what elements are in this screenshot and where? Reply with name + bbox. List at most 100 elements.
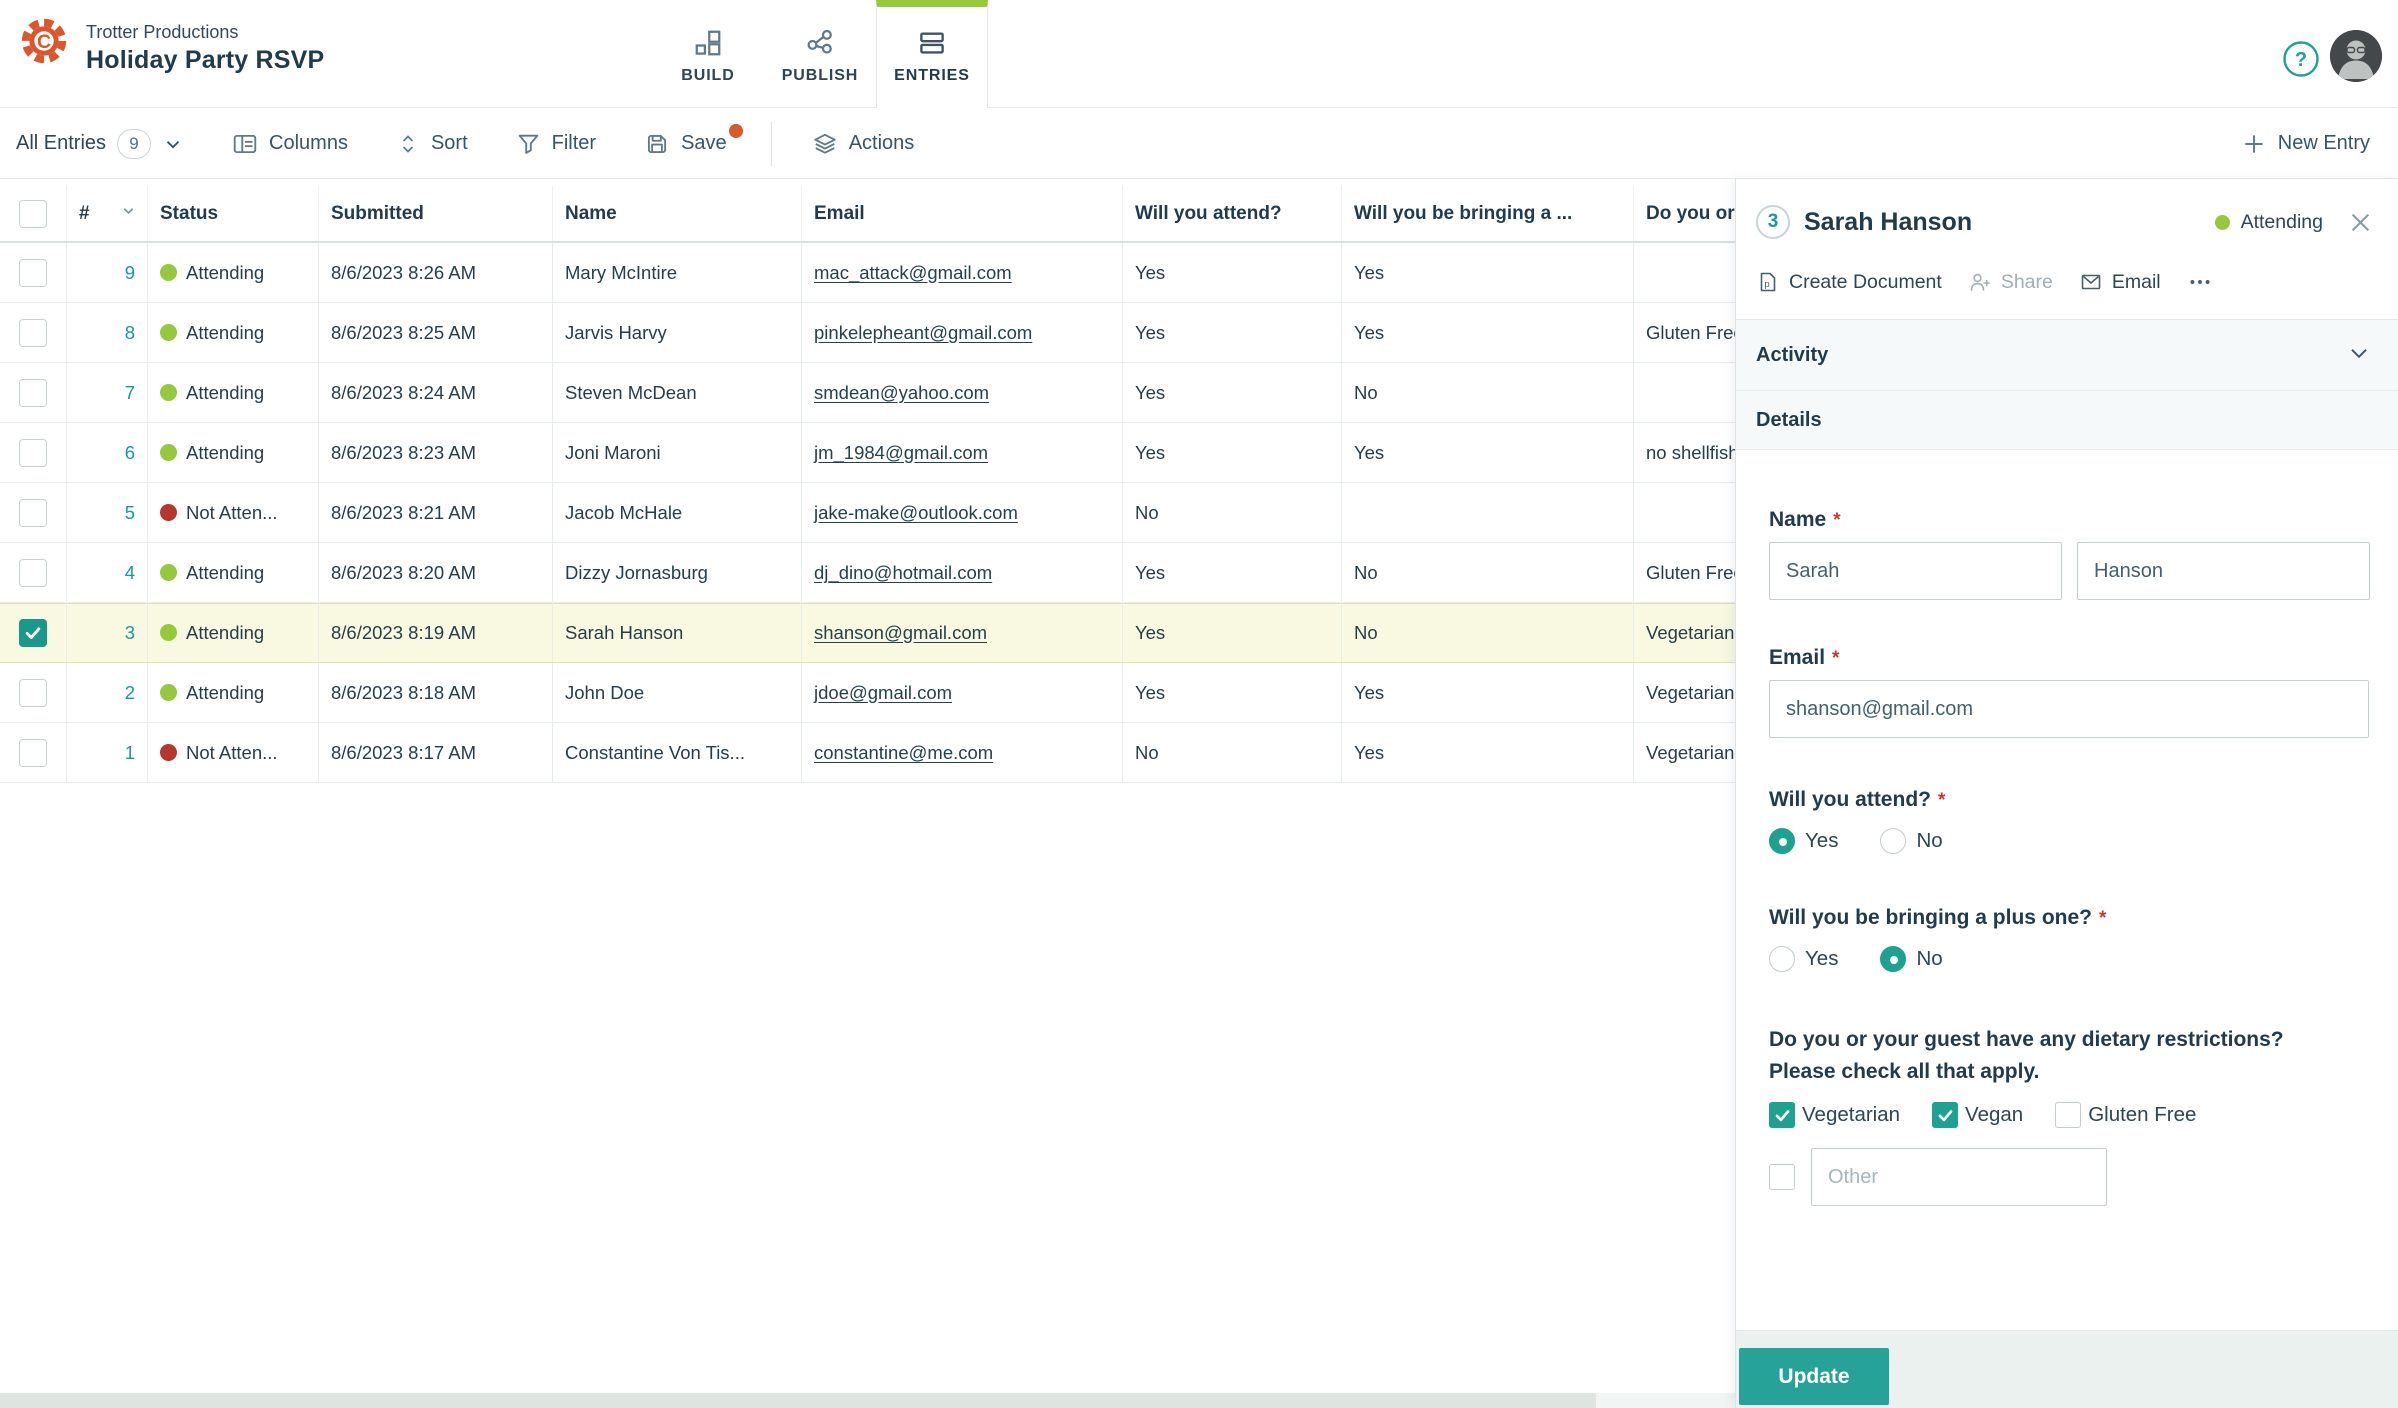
email-input[interactable] [1769, 680, 2369, 738]
help-button[interactable]: ? [2282, 40, 2320, 78]
email-link[interactable]: pinkelepheant@gmail.com [814, 322, 1032, 344]
row-checkbox[interactable] [19, 738, 47, 767]
tab-publish[interactable]: PUBLISH [764, 0, 876, 108]
attend-option-yes[interactable]: Yes [1769, 828, 1838, 854]
view-selector[interactable]: All Entries 9 [16, 128, 184, 159]
email-button[interactable]: Email [2079, 270, 2161, 294]
plus-one-cell: Yes [1342, 663, 1634, 722]
attend-radio-no[interactable] [1880, 828, 1907, 854]
save-button[interactable]: Save [644, 124, 743, 157]
panel-sections: Activity Details [1736, 319, 2398, 450]
attend-radio-yes[interactable] [1769, 828, 1795, 854]
email-cell: pinkelepheant@gmail.com [802, 303, 1123, 362]
entry-number-link[interactable]: 8 [125, 322, 135, 344]
select-all-checkbox[interactable] [19, 199, 47, 228]
attend-cell: No [1123, 483, 1342, 542]
columns-button[interactable]: Columns [232, 131, 348, 157]
dietary-option-vegetarian[interactable]: Vegetarian [1769, 1102, 1900, 1128]
ellipsis-icon [2187, 269, 2213, 295]
plus-one-option-no[interactable]: No [1880, 946, 1943, 972]
dietary-field-group: Do you or your guest have any dietary re… [1769, 1024, 2368, 1206]
status-label: Attending [186, 681, 265, 703]
entry-number-link[interactable]: 1 [125, 742, 135, 764]
status-cell: Attending [148, 243, 319, 302]
create-document-button[interactable]: p Create Document [1756, 270, 1942, 294]
dietary-option-vegan[interactable]: Vegan [1932, 1102, 2023, 1128]
entry-number-cell: 2 [67, 663, 148, 722]
new-entry-button[interactable]: New Entry [2241, 131, 2370, 157]
plus-one-radio-no[interactable] [1880, 946, 1907, 972]
attend-cell: Yes [1123, 603, 1342, 662]
gluten-free-checkbox[interactable] [2055, 1102, 2082, 1128]
entry-detail-panel: 3 Sarah Hanson Attending p Create Docume… [1735, 179, 2398, 1408]
column-header-name[interactable]: Name [553, 186, 802, 241]
row-checkbox[interactable] [19, 318, 47, 347]
column-header-status[interactable]: Status [148, 186, 319, 241]
entry-number-link[interactable]: 2 [125, 682, 135, 704]
scrollbar-thumb[interactable] [0, 1393, 1596, 1408]
column-header-attend[interactable]: Will you attend? [1123, 186, 1342, 241]
plus-one-cell: Yes [1342, 723, 1634, 782]
row-checkbox[interactable] [19, 378, 47, 407]
column-header-num[interactable]: # [67, 186, 148, 241]
close-icon [2351, 213, 2370, 231]
column-header-email[interactable]: Email [802, 186, 1123, 241]
activity-section-toggle[interactable]: Activity [1736, 320, 2398, 391]
row-checkbox[interactable] [19, 498, 47, 527]
user-avatar[interactable] [2330, 30, 2382, 82]
email-link[interactable]: dj_dino@hotmail.com [814, 562, 992, 584]
share-button[interactable]: Share [1968, 270, 2053, 294]
last-name-input[interactable] [2077, 542, 2370, 600]
row-checkbox[interactable] [19, 258, 47, 287]
required-asterisk: * [2098, 908, 2107, 929]
select-all-cell[interactable] [0, 186, 67, 241]
dietary-option-gluten-free[interactable]: Gluten Free [2055, 1102, 2196, 1128]
actions-button[interactable]: Actions [812, 131, 914, 157]
vegan-checkbox[interactable] [1932, 1102, 1959, 1128]
row-checkbox[interactable] [19, 438, 47, 467]
tab-entries[interactable]: ENTRIES [876, 0, 988, 108]
email-link[interactable]: smdean@yahoo.com [814, 382, 989, 404]
email-link[interactable]: jake-make@outlook.com [814, 502, 1018, 524]
update-button[interactable]: Update [1739, 1348, 1889, 1405]
submitted-cell: 8/6/2023 8:26 AM [319, 243, 553, 302]
column-header-plus-one[interactable]: Will you be bringing a ... [1342, 186, 1634, 241]
cognito-gear-logo[interactable]: C [18, 15, 70, 67]
row-checkbox[interactable] [19, 558, 47, 587]
tab-build[interactable]: BUILD [652, 0, 764, 108]
entry-number-link[interactable]: 3 [125, 622, 135, 644]
other-input[interactable] [1811, 1148, 2107, 1206]
name-cell: Mary McIntire [553, 243, 802, 302]
unsaved-changes-dot [728, 124, 743, 138]
email-link[interactable]: jdoe@gmail.com [814, 682, 952, 704]
first-name-input[interactable] [1769, 542, 2062, 600]
close-panel-button[interactable] [2347, 209, 2374, 236]
row-checkbox[interactable] [19, 618, 47, 647]
row-select-cell [0, 363, 67, 422]
entry-number-link[interactable]: 6 [125, 442, 135, 464]
more-options-button[interactable] [2187, 269, 2213, 295]
entry-number-link[interactable]: 4 [125, 562, 135, 584]
tab-publish-label: PUBLISH [781, 67, 859, 84]
build-blocks-icon [693, 26, 723, 60]
vegetarian-checkbox[interactable] [1769, 1102, 1795, 1128]
plus-one-radio-yes[interactable] [1769, 946, 1795, 972]
email-link[interactable]: mac_attack@gmail.com [814, 262, 1012, 284]
email-link[interactable]: jm_1984@gmail.com [814, 442, 988, 464]
entry-number-link[interactable]: 7 [125, 382, 135, 404]
other-checkbox[interactable] [1769, 1164, 1795, 1190]
sort-button[interactable]: Sort [396, 132, 468, 156]
plus-one-option-yes[interactable]: Yes [1769, 946, 1838, 972]
row-checkbox[interactable] [19, 678, 47, 707]
entry-number-link[interactable]: 9 [125, 262, 135, 284]
email-link[interactable]: shanson@gmail.com [814, 622, 987, 644]
entry-number-link[interactable]: 5 [125, 502, 135, 524]
attend-option-no[interactable]: No [1880, 828, 1943, 854]
status-cell: Attending [148, 363, 319, 422]
email-link[interactable]: constantine@me.com [814, 742, 993, 764]
document-icon: p [1756, 270, 1780, 294]
submitted-cell: 8/6/2023 8:17 AM [319, 723, 553, 782]
horizontal-scrollbar[interactable] [0, 1393, 1748, 1408]
column-header-submitted[interactable]: Submitted [319, 186, 553, 241]
filter-button[interactable]: Filter [516, 131, 596, 156]
